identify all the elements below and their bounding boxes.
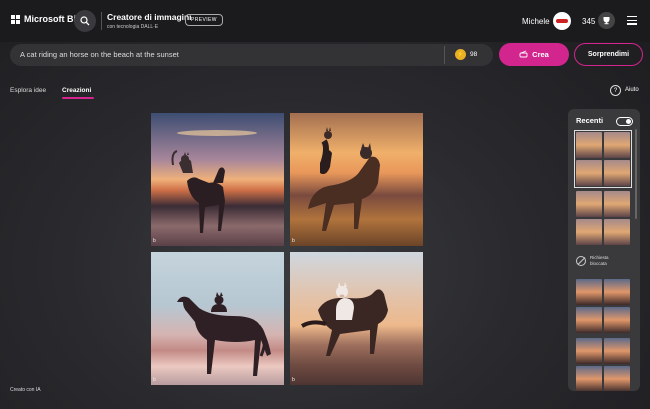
windows-logo-icon [11,14,20,24]
preview-badge: PREVIEW [185,14,223,26]
app-subtitle: con tecnologia DALL·E [107,24,159,30]
rewards-button[interactable] [598,12,615,29]
boost-coin-icon: ⚡ [455,49,466,60]
wand-icon [519,50,528,58]
recent-set-4[interactable] [576,338,630,391]
hamburger-menu-icon[interactable] [627,16,637,27]
boost-count: 98 [470,51,478,58]
image-badge: b [292,377,295,383]
image-badge: b [153,238,156,244]
generated-image-4[interactable]: b [290,252,423,385]
user-name[interactable]: Michele [522,17,550,26]
help-label[interactable]: Aiuto [625,87,639,93]
prompt-text[interactable]: A cat riding an horse on the beach at th… [20,50,179,59]
image-badge: b [292,238,295,244]
generated-image-3[interactable]: b [151,252,284,385]
create-button[interactable]: Crea [499,43,569,66]
horse-cat-silhouette [300,282,388,356]
search-button[interactable] [74,10,96,32]
surprise-label: Sorprendimi [587,51,630,58]
recent-set-3[interactable] [576,279,630,333]
search-icon [80,16,90,26]
recent-title: Recenti [576,116,604,125]
blocked-text: Richiesta bloccata [590,255,609,266]
image-badge: b [153,377,156,383]
recent-scrollbar[interactable] [635,129,637,219]
blocked-icon [576,255,586,266]
blocked-request[interactable]: Richiesta bloccata [576,255,620,266]
create-label: Crea [532,50,549,59]
recent-panel: Recenti Richiesta bloccata [568,109,640,391]
generated-image-1[interactable]: b [151,113,284,246]
header-divider [101,12,102,30]
active-tab-indicator [62,97,94,99]
app-title: Creatore di immagini [107,12,192,22]
ai-created-label: Creato con IA [10,387,41,393]
avatar[interactable] [553,12,571,30]
tab-explore-ideas[interactable]: Esplora idee [10,87,46,94]
prompt-input[interactable]: A cat riding an horse on the beach at th… [10,44,493,66]
recent-set-1[interactable] [574,130,632,188]
tab-creations[interactable]: Creazioni [62,87,91,94]
prompt-divider [444,46,445,64]
reward-points[interactable]: 345 [582,17,595,26]
horse-cat-silhouette [177,292,271,376]
recent-toggle[interactable] [616,117,633,126]
trophy-icon [603,17,610,25]
recent-set-2[interactable] [576,191,630,245]
generated-image-2[interactable]: b [290,113,423,246]
horse-cat-silhouette [171,130,257,233]
horse-cat-silhouette [308,127,380,231]
help-icon[interactable]: ? [610,85,621,96]
surprise-button[interactable]: Sorprendimi [574,43,643,66]
